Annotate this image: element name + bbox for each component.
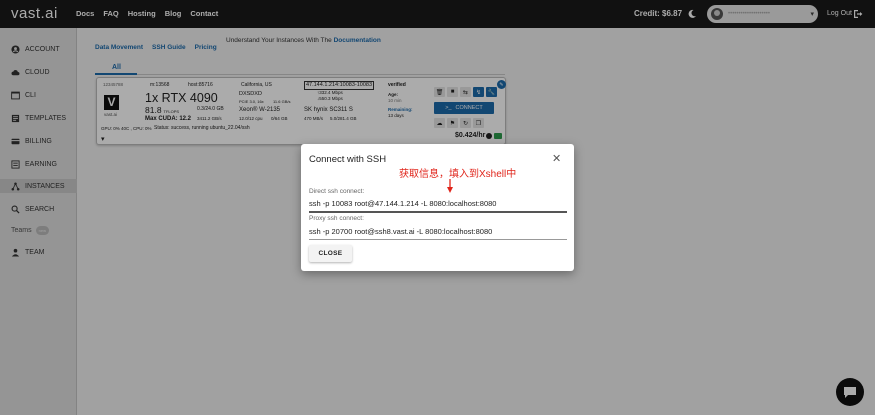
direct-ssh-label: Direct ssh connect: — [309, 188, 365, 195]
annotation-arrow-icon — [447, 179, 453, 193]
connect-ssh-dialog: Connect with SSH ✕ 获取信息，填入到Xshell中 Direc… — [301, 144, 574, 271]
close-button[interactable]: CLOSE — [309, 245, 352, 262]
proxy-ssh-command[interactable]: ssh -p 20700 root@ssh8.vast.ai -L 8080:l… — [309, 227, 567, 240]
annotation-text: 获取信息，填入到Xshell中 — [399, 169, 517, 180]
close-icon[interactable]: ✕ — [552, 152, 561, 165]
dialog-title: Connect with SSH — [309, 154, 387, 165]
direct-ssh-command[interactable]: ssh -p 10083 root@47.144.1.214 -L 8080:l… — [309, 199, 567, 213]
proxy-ssh-label: Proxy ssh connect: — [309, 215, 364, 222]
